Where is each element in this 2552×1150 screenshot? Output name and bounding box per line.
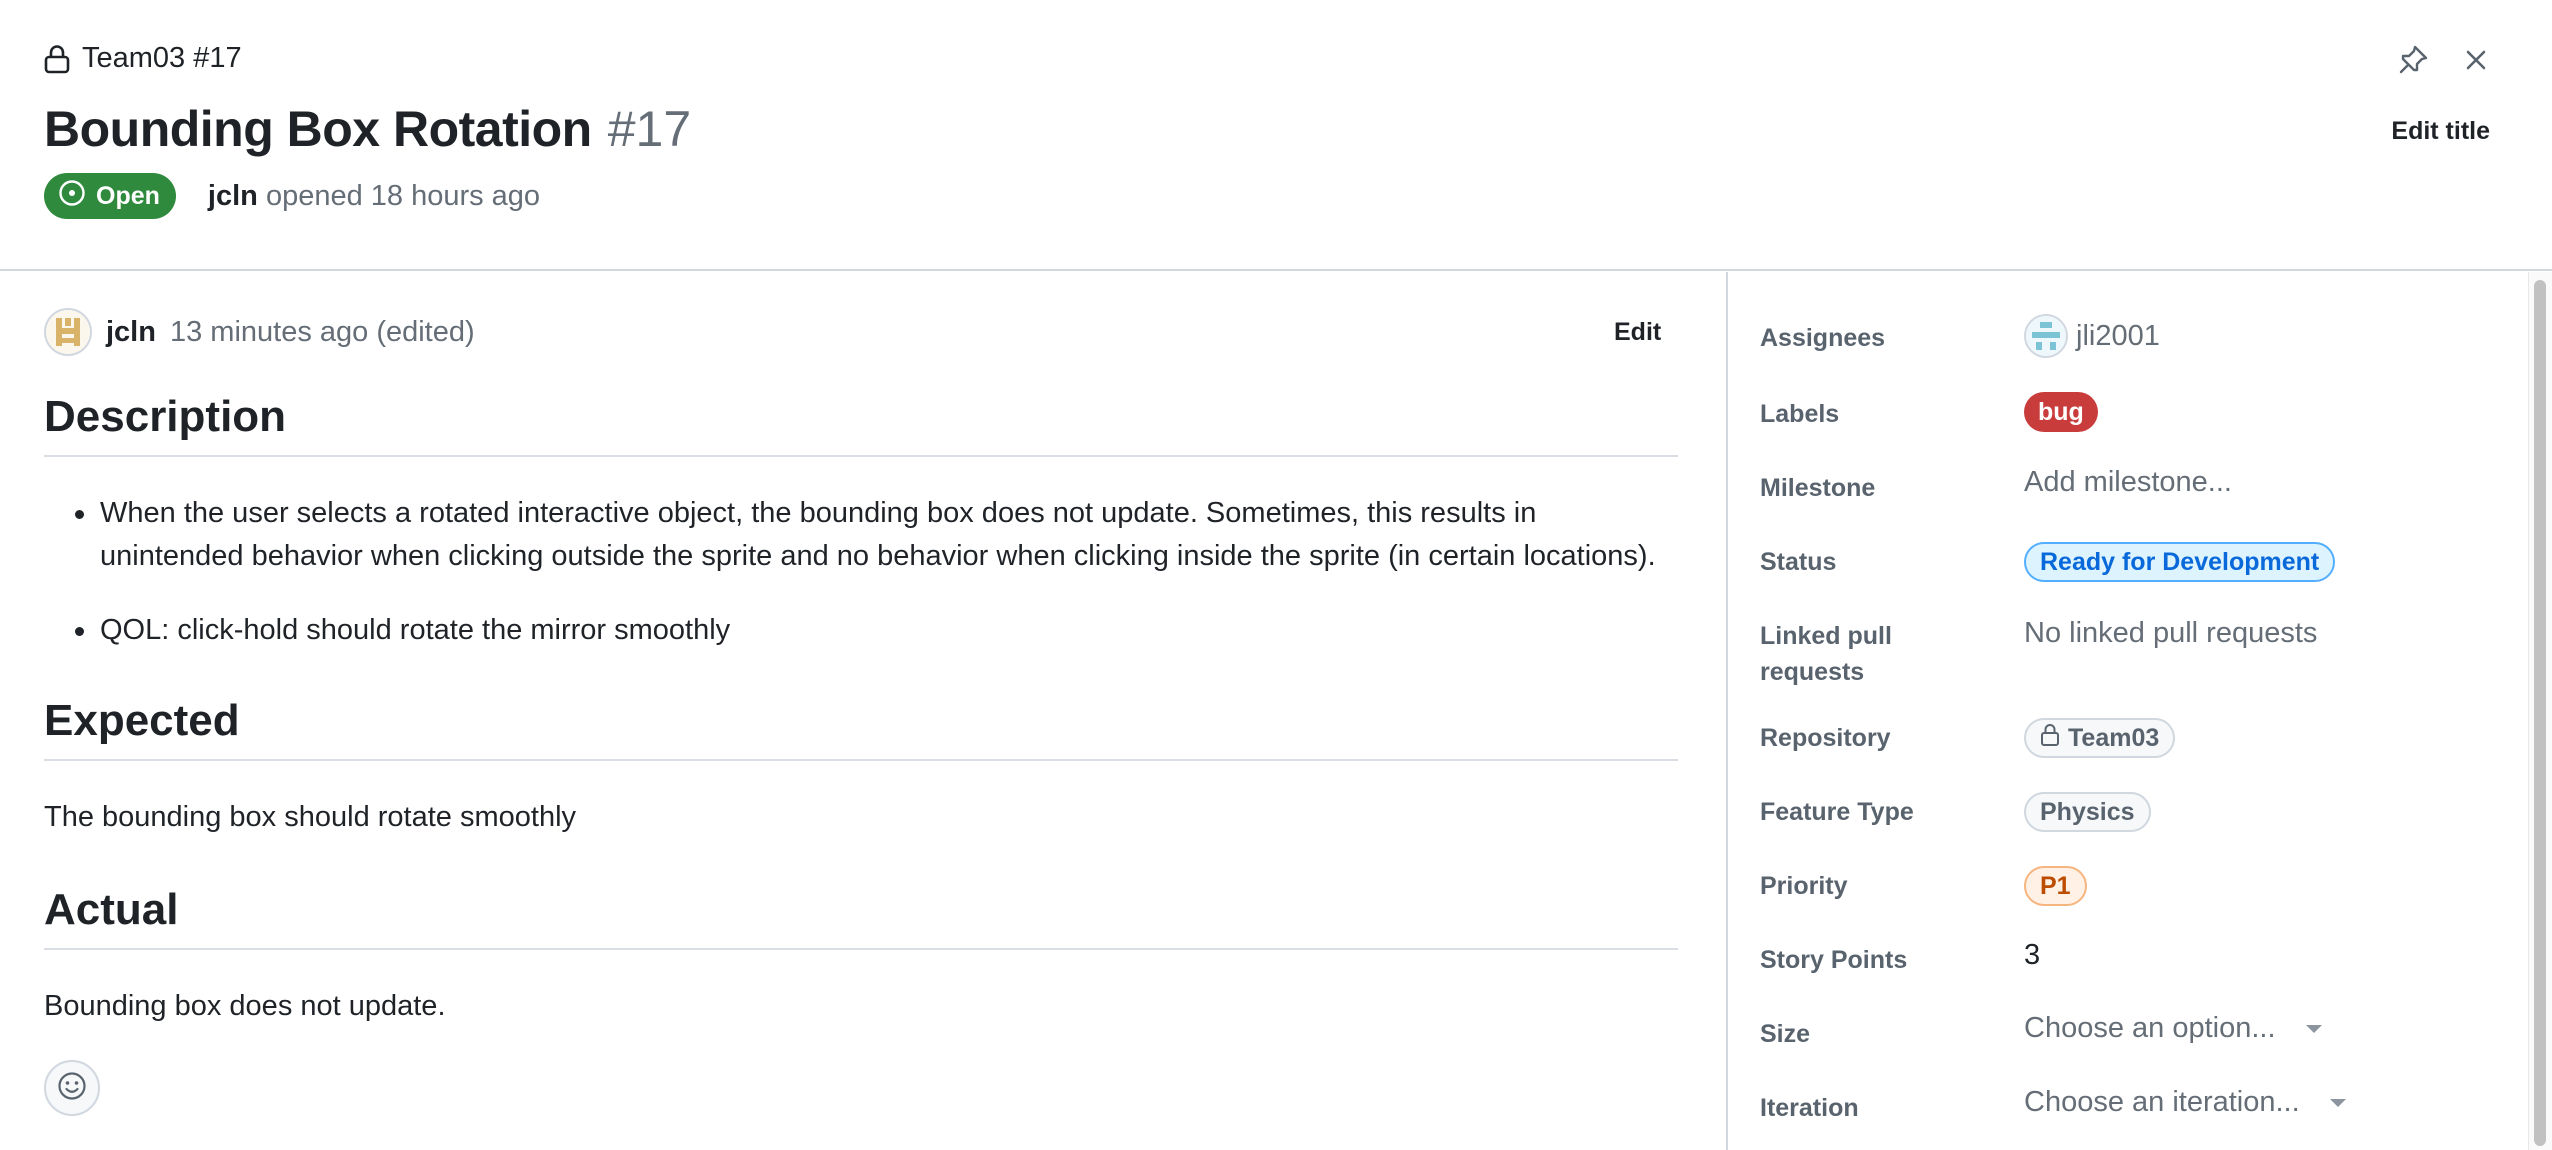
size-select[interactable]: Choose an option... (2024, 1012, 2322, 1045)
pin-icon[interactable] (2393, 40, 2433, 80)
breadcrumb[interactable]: Team03 #17 (44, 42, 242, 75)
comment-timestamp[interactable]: 13 minutes ago (edited) (170, 316, 475, 349)
edit-button[interactable]: Edit (1614, 318, 1661, 347)
status-pill[interactable]: Ready for Development (2024, 542, 2336, 582)
description-list: When the user selects a rotated interact… (44, 492, 1684, 683)
priority-value[interactable]: P1 (2024, 866, 2087, 906)
comment-author[interactable]: jcln (106, 316, 156, 349)
edit-title-button[interactable]: Edit title (2391, 117, 2490, 146)
milestone-value[interactable]: Add milestone... (2024, 466, 2232, 499)
label-bug[interactable]: bug (2024, 392, 2098, 432)
iteration-select[interactable]: Choose an iteration... (2024, 1086, 2346, 1119)
field-label-size: Size (1760, 1020, 1811, 1048)
field-label-assignees: Assignees (1760, 324, 1886, 352)
field-label-feature-type: Feature Type (1760, 798, 1914, 826)
lock-icon (2040, 723, 2060, 754)
avatar[interactable] (44, 308, 92, 356)
section-heading: Description (44, 392, 1678, 457)
assignees-value[interactable]: jli2001 (2024, 314, 2160, 358)
page-title: Bounding Box Rotation (44, 101, 592, 157)
priority-pill[interactable]: P1 (2024, 866, 2087, 906)
issue-body: jcln 13 minutes ago (edited) Edit Descri… (0, 272, 1726, 1150)
list-item: When the user selects a rotated interact… (44, 492, 1684, 578)
field-label-iteration: Iteration (1760, 1094, 1859, 1122)
field-label-story-points: Story Points (1760, 946, 1908, 974)
actual-text: Bounding box does not update. (44, 990, 446, 1022)
status-value[interactable]: Ready for Development (2024, 542, 2336, 582)
author-link[interactable]: jcln (208, 180, 258, 212)
chevron-down-icon (2305, 1024, 2322, 1033)
field-label-linked-prs: Linked pull requests (1760, 622, 1892, 686)
add-reaction-button[interactable] (44, 1060, 100, 1116)
smiley-icon (56, 1070, 88, 1107)
status-badge-label: Open (96, 181, 160, 210)
issue-sidebar: Assignees jli2001 Labels bug Milestone A… (1728, 272, 2524, 1150)
title-row: Bounding Box Rotation #17 (44, 100, 691, 158)
section-heading: Actual (44, 885, 1678, 950)
comment-header: jcln 13 minutes ago (edited) (44, 308, 475, 356)
issue-number: #17 (607, 101, 692, 157)
size-select-value: Choose an option... (2024, 1012, 2276, 1044)
field-label-priority: Priority (1760, 872, 1848, 900)
field-label-milestone: Milestone (1760, 474, 1876, 502)
iteration-select-value: Choose an iteration... (2024, 1086, 2300, 1118)
list-item: QOL: click-hold should rotate the mirror… (44, 609, 1684, 652)
avatar (2024, 314, 2068, 358)
expected-text: The bounding box should rotate smoothly (44, 801, 577, 833)
assignee-name[interactable]: jli2001 (2076, 320, 2160, 353)
linked-prs-value: No linked pull requests (2024, 617, 2318, 649)
feature-type-pill[interactable]: Physics (2024, 792, 2151, 832)
lock-icon (44, 44, 70, 74)
repository-pill[interactable]: Team03 (2024, 718, 2176, 758)
close-icon[interactable] (2456, 40, 2496, 80)
breadcrumb-label[interactable]: Team03 #17 (82, 42, 242, 75)
opened-time: opened 18 hours ago (265, 179, 541, 212)
story-points-value[interactable]: 3 (2024, 939, 2040, 972)
repository-value[interactable]: Team03 (2024, 718, 2176, 758)
field-label-status: Status (1760, 548, 1837, 576)
issue-header: Team03 #17 Bounding Box Rotation #17 Ope… (0, 0, 2552, 271)
issue-opened-icon (58, 179, 86, 214)
field-label-labels: Labels (1760, 400, 1840, 428)
state-row: Open jcln opened 18 hours ago (44, 173, 540, 219)
repository-name: Team03 (2068, 723, 2160, 752)
chevron-down-icon (2329, 1098, 2346, 1107)
feature-type-value[interactable]: Physics (2024, 792, 2151, 832)
section-heading: Expected (44, 696, 1678, 761)
opened-by: jcln opened 18 hours ago (208, 180, 540, 213)
labels-value[interactable]: bug (2024, 392, 2098, 432)
scrollbar-thumb[interactable] (2534, 280, 2546, 1146)
status-badge: Open (44, 173, 176, 219)
field-label-repository: Repository (1760, 724, 1891, 752)
